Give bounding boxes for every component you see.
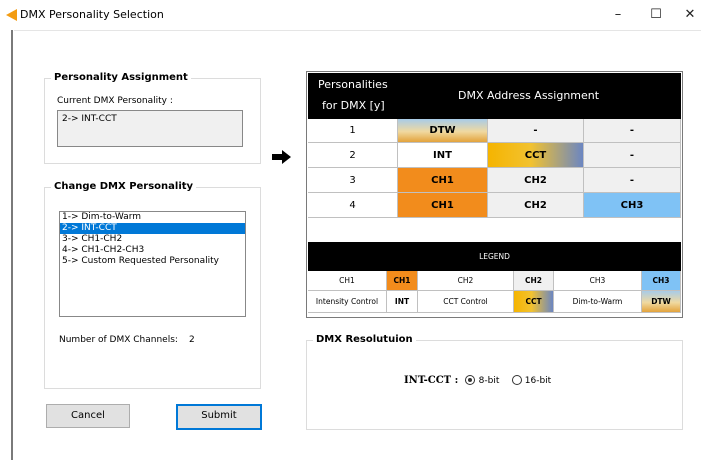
header-for-dmx: for DMX [y]	[322, 99, 385, 112]
legend-swatch-dtw: DTW	[642, 291, 681, 313]
personality-assignment-title: Personality Assignment	[51, 72, 191, 83]
radio-8bit-label[interactable]: 8-bit	[479, 376, 500, 386]
personality-assignment-group: Personality Assignment Current DMX Perso…	[44, 72, 261, 164]
header-personalities: Personalities	[318, 78, 388, 91]
legend-label: CH2	[418, 271, 514, 291]
cell-empty: -	[584, 119, 681, 143]
personality-listbox[interactable]: 1-> Dim-to-Warm 2-> INT-CCT 3-> CH1-CH2 …	[59, 211, 246, 317]
cell-ch1: CH1	[398, 193, 488, 218]
cell-int: INT	[398, 143, 488, 168]
list-item-selected[interactable]: 2-> INT-CCT	[60, 223, 245, 234]
right-arrow-icon	[272, 150, 291, 164]
cell-ch1: CH1	[398, 168, 488, 193]
row-number: 4	[308, 193, 398, 218]
cell-ch3: CH3	[584, 193, 681, 218]
cell-ch2: CH2	[488, 168, 584, 193]
change-personality-group: Change DMX Personality 1-> Dim-to-Warm 2…	[44, 181, 261, 389]
current-personality-field: 2-> INT-CCT	[57, 110, 243, 147]
radio-16bit-label[interactable]: 16-bit	[525, 376, 551, 386]
resolution-label: INT-CCT :	[404, 375, 459, 386]
dmx-assignment-panel: Personalities for DMX [y] DMX Address As…	[306, 71, 683, 318]
radio-16bit[interactable]	[511, 375, 522, 385]
dmx-resolution-group: DMX Resolutuion INT-CCT : 8-bit 16-bit	[306, 334, 683, 430]
cell-empty: -	[584, 143, 681, 168]
legend-swatch-int: INT	[387, 291, 418, 313]
row-number: 1	[308, 119, 398, 143]
radio-8bit[interactable]	[465, 375, 476, 385]
dmx-resolution-title: DMX Resolutuion	[313, 334, 416, 345]
submit-button[interactable]: Submit	[176, 404, 262, 430]
app-icon	[6, 9, 17, 21]
header-address-assignment: DMX Address Assignment	[458, 89, 600, 102]
resolution-options: INT-CCT : 8-bit 16-bit	[404, 375, 551, 386]
list-item[interactable]: 3-> CH1-CH2	[60, 234, 245, 245]
title-bar: DMX Personality Selection – ☐ ✕	[0, 0, 701, 31]
change-personality-title: Change DMX Personality	[51, 181, 197, 192]
list-item[interactable]: 5-> Custom Requested Personality	[60, 256, 245, 267]
legend-swatch-ch2: CH2	[514, 271, 554, 291]
row-number: 3	[308, 168, 398, 193]
row-number: 2	[308, 143, 398, 168]
channels-value: 2	[189, 335, 195, 345]
legend-label: Dim-to-Warm	[554, 291, 642, 313]
current-personality-label: Current DMX Personality :	[57, 96, 173, 106]
minimize-button[interactable]: –	[603, 5, 633, 25]
legend-title: LEGEND	[308, 242, 681, 271]
list-item[interactable]: 4-> CH1-CH2-CH3	[60, 245, 245, 256]
legend-label: CCT Control	[418, 291, 514, 313]
legend-label: CH3	[554, 271, 642, 291]
legend-swatch-cct: CCT	[514, 291, 554, 313]
window-left-edge	[0, 30, 14, 460]
legend-swatch-ch1: CH1	[387, 271, 418, 291]
legend-label: Intensity Control	[308, 291, 387, 313]
table-header: Personalities for DMX [y] DMX Address As…	[308, 73, 681, 119]
list-item[interactable]: 1-> Dim-to-Warm	[60, 212, 245, 223]
cell-ch2: CH2	[488, 193, 584, 218]
legend-swatch-ch3: CH3	[642, 271, 681, 291]
legend-label: CH1	[308, 271, 387, 291]
cell-empty: -	[488, 119, 584, 143]
cell-dtw: DTW	[398, 119, 488, 143]
cancel-button[interactable]: Cancel	[46, 404, 130, 428]
maximize-button[interactable]: ☐	[641, 5, 671, 25]
window-title: DMX Personality Selection	[20, 8, 164, 21]
channels-label: Number of DMX Channels:	[59, 335, 178, 345]
cell-cct: CCT	[488, 143, 584, 168]
cell-empty: -	[584, 168, 681, 193]
close-button[interactable]: ✕	[675, 5, 701, 25]
